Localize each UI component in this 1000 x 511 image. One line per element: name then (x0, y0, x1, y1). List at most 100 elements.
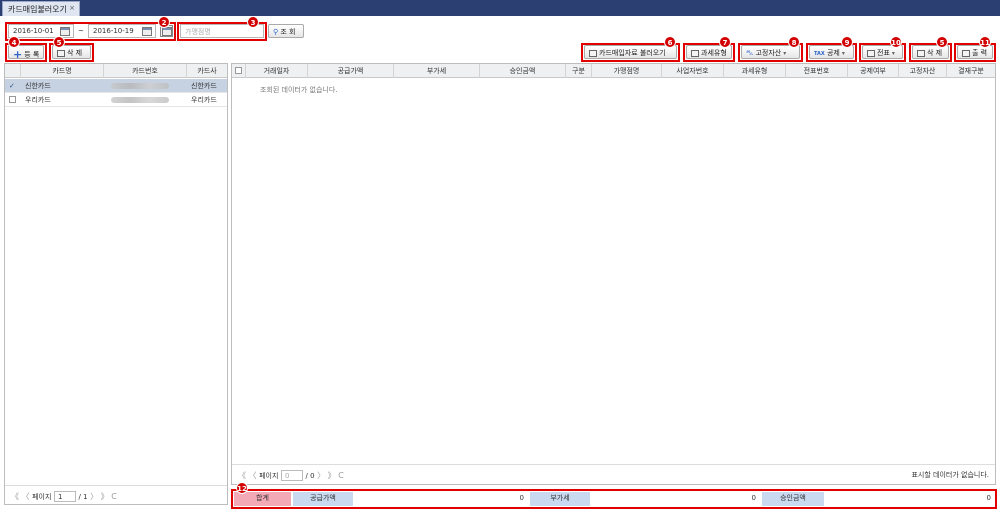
merchant-placeholder: 가맹점명 (185, 28, 211, 36)
header-fixed-asset[interactable]: 고정자산 (899, 64, 947, 78)
page-input[interactable]: 0 (280, 470, 303, 481)
supply-label: 공급가액 (293, 492, 353, 506)
header-approval[interactable]: 승인금액 (480, 64, 566, 78)
prev-page-icon[interactable]: 〈 (249, 471, 257, 480)
search-label: 조 회 (280, 28, 296, 36)
header-slip-no[interactable]: 전표번호 (786, 64, 848, 78)
next-page-icon[interactable]: 〉 (90, 492, 98, 501)
tab-bar (0, 0, 1000, 16)
table-row[interactable]: ✓ 신한카드 신한카드 (5, 79, 227, 93)
vat-value: 0 (592, 492, 759, 506)
delete-right-label: 삭 제 (927, 49, 943, 57)
document-icon (867, 49, 875, 57)
prev-page-icon[interactable]: 〈 (22, 492, 30, 501)
masked-card-number (111, 97, 169, 103)
page-total: / 1 (78, 493, 88, 501)
tab-card-purchase-load[interactable]: 카드매입불러오기 × (2, 1, 80, 16)
refresh-icon[interactable]: C (338, 471, 344, 480)
card-panel: 카드명 카드번호 카드사 ✓ 신한카드 신한카드 우리카드 우리카드 《 〈 페… (4, 63, 228, 505)
header-type[interactable]: 구분 (566, 64, 592, 78)
last-page-icon[interactable]: 》 (328, 471, 336, 480)
date-from-value: 2016-10-01 (13, 27, 54, 35)
page-label: 페이지 (32, 493, 52, 501)
page-input[interactable]: 1 (53, 491, 76, 502)
header-supply[interactable]: 공급가액 (308, 64, 394, 78)
search-icon: ⚲ (273, 28, 279, 36)
calendar-icon[interactable] (142, 27, 152, 36)
first-page-icon[interactable]: 《 (238, 471, 246, 480)
marker-badge: 2 (158, 16, 170, 28)
header-date[interactable]: 거래일자 (246, 64, 308, 78)
close-icon[interactable]: × (69, 4, 75, 12)
approval-label: 승인금액 (762, 492, 824, 506)
marker-badge: 9 (841, 36, 853, 48)
printer-icon (962, 49, 970, 57)
deduction-label: 공제 (826, 49, 840, 57)
marker-badge: 5 (53, 36, 65, 48)
purchase-panel: 거래일자 공급가액 부가세 승인금액 구분 가맹점명 사업자번호 과세유형 전표… (231, 63, 996, 485)
supply-value: 0 (355, 492, 527, 506)
left-pager: 《 〈 페이지 1 / 1 〉 》 C (11, 491, 117, 502)
check-icon[interactable]: ✓ (9, 79, 15, 93)
header-spacer (5, 64, 21, 78)
plus-icon: + (13, 48, 23, 61)
select-all-checkbox[interactable] (235, 67, 242, 74)
chevron-down-icon: ▾ (891, 50, 895, 57)
last-page-icon[interactable]: 》 (101, 492, 109, 501)
refresh-icon[interactable]: C (111, 492, 117, 501)
next-page-icon[interactable]: 〉 (317, 471, 325, 480)
print-label: 출 력 (972, 49, 988, 57)
card-grid-header: 카드명 카드번호 카드사 (5, 64, 227, 78)
grid-icon (691, 49, 699, 57)
header-card-number[interactable]: 카드번호 (104, 64, 187, 78)
page-label: 페이지 (259, 472, 279, 480)
date-to-field[interactable]: 2016-10-19 (88, 24, 156, 38)
load-card-data-button[interactable]: 카드매입자료 불러오기 (584, 45, 677, 59)
marker-badge: 12 (236, 482, 248, 494)
first-page-icon[interactable]: 《 (11, 492, 19, 501)
search-button[interactable]: ⚲ 조 회 (268, 24, 304, 38)
marker-badge: 5 (936, 36, 948, 48)
row-checkbox[interactable] (9, 96, 16, 103)
calendar-icon[interactable] (60, 27, 70, 36)
tax-icon: TAX (814, 51, 825, 57)
delete-label: 삭 제 (67, 49, 83, 57)
slip-label: 전표 (877, 49, 890, 57)
car-icon: ⛍ (746, 49, 754, 57)
empty-message: 조회된 데이터가 없습니다. (260, 86, 338, 94)
tax-type-label: 과세유형 (701, 49, 727, 57)
date-from-field[interactable]: 2016-10-01 (8, 24, 74, 38)
pager-divider (232, 464, 995, 465)
trash-icon (917, 49, 925, 57)
marker-badge: 8 (788, 36, 800, 48)
right-pager: 《 〈 페이지 0 / 0 〉 》 C (238, 470, 344, 481)
card-name-cell: 우리카드 (25, 96, 51, 104)
calendar-icon (162, 27, 172, 36)
chevron-down-icon: ▾ (841, 50, 845, 57)
header-vat[interactable]: 부가세 (394, 64, 480, 78)
header-tax-type[interactable]: 과세유형 (724, 64, 786, 78)
header-biz-no[interactable]: 사업자번호 (662, 64, 724, 78)
header-merchant[interactable]: 가맹점명 (592, 64, 662, 78)
header-select-all[interactable] (232, 64, 246, 78)
purchase-grid-header: 거래일자 공급가액 부가세 승인금액 구분 가맹점명 사업자번호 과세유형 전표… (232, 64, 995, 78)
header-card-issuer[interactable]: 카드사 (187, 64, 227, 78)
load-card-label: 카드매입자료 불러오기 (599, 49, 666, 57)
table-row[interactable]: 우리카드 우리카드 (5, 93, 227, 107)
marker-badge: 11 (979, 36, 991, 48)
approval-value: 0 (826, 492, 994, 506)
chevron-down-icon: ▾ (783, 50, 787, 57)
header-deduction[interactable]: 공제여부 (848, 64, 899, 78)
header-payment-type[interactable]: 결재구분 (947, 64, 995, 78)
date-to-value: 2016-10-19 (93, 27, 134, 35)
marker-badge: 10 (890, 36, 902, 48)
register-label: 등 록 (24, 50, 40, 59)
fixed-asset-label: 고정자산 (755, 49, 782, 57)
date-separator: ~ (78, 27, 84, 35)
masked-card-number (111, 83, 169, 89)
header-card-name[interactable]: 카드명 (21, 64, 104, 78)
card-name-cell: 신한카드 (25, 82, 51, 90)
marker-badge: 7 (719, 36, 731, 48)
load-icon (589, 49, 597, 57)
card-issuer-cell: 신한카드 (191, 82, 217, 90)
